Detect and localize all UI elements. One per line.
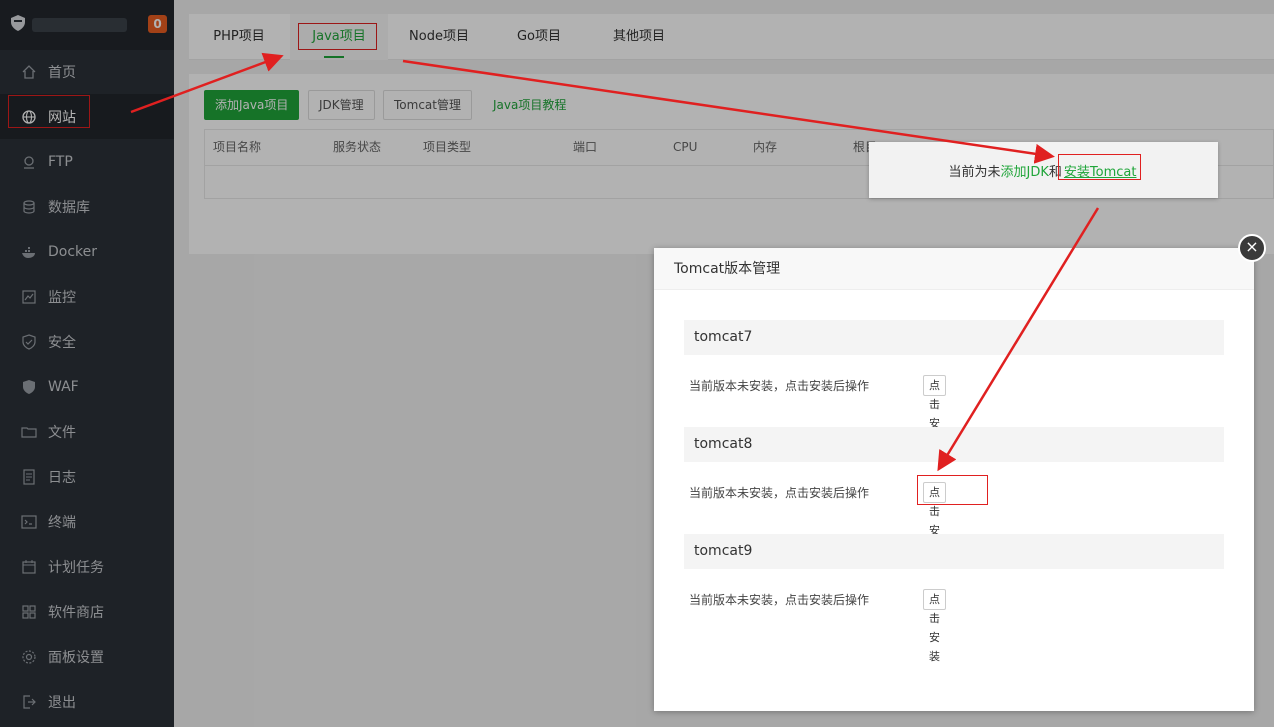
annotation-highlight-box <box>1057 153 1141 180</box>
add-jdk-link[interactable]: 添加JDK <box>1001 161 1049 180</box>
annotation-highlight-box <box>917 475 988 505</box>
close-icon[interactable]: × <box>1238 234 1266 262</box>
dialog-title: Tomcat版本管理 <box>654 248 1254 290</box>
jdk-tomcat-tooltip: 当前为未 添加JDK 和 安装Tomcat <box>869 142 1218 198</box>
install-button[interactable]: 点击安装 <box>923 375 946 449</box>
version-status: 当前版本未安装，点击安装后操作 <box>689 593 870 607</box>
version-row-tomcat9: 当前版本未安装，点击安装后操作 点击安装 <box>689 589 946 663</box>
version-status: 当前版本未安装，点击安装后操作 <box>689 486 870 500</box>
version-header-tomcat8: tomcat8 <box>684 427 1224 462</box>
install-button[interactable]: 点击安装 <box>923 589 946 663</box>
version-row-tomcat7: 当前版本未安装，点击安装后操作 点击安装 <box>689 375 946 449</box>
version-header-tomcat7: tomcat7 <box>684 320 1224 355</box>
tooltip-text: 当前为未 <box>948 164 1001 180</box>
install-tomcat-link[interactable]: 安装Tomcat <box>1057 153 1141 180</box>
tomcat-version-dialog: Tomcat版本管理 × tomcat7 当前版本未安装，点击安装后操作 点击安… <box>654 234 1266 711</box>
version-header-tomcat9: tomcat9 <box>684 534 1224 569</box>
version-row-tomcat8: 当前版本未安装，点击安装后操作 点击安装 <box>689 475 988 556</box>
watermark: 知乎 @鞠小懂 <box>1004 660 1222 698</box>
version-status: 当前版本未安装，点击安装后操作 <box>689 379 870 393</box>
